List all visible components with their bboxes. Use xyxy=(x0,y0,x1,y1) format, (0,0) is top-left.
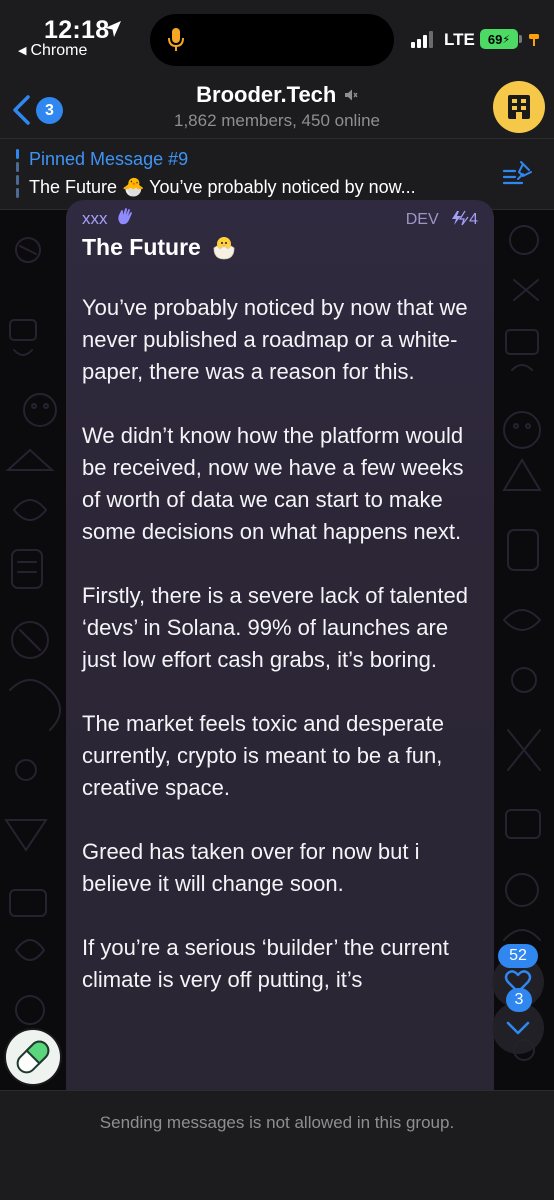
muted-speaker-icon xyxy=(344,89,358,101)
message-title-text: The Future xyxy=(82,234,201,260)
group-avatar[interactable] xyxy=(493,81,545,133)
message-paragraph: Firstly, there is a severe lack of talen… xyxy=(82,583,468,672)
chat-title-area[interactable]: Brooder.Tech 1,862 members, 450 online xyxy=(0,82,554,131)
battery-tip xyxy=(519,35,522,43)
back-app-label: Chrome xyxy=(30,42,88,59)
sender-name-row[interactable]: xxx xyxy=(82,208,135,229)
back-triangle-icon: ◀ xyxy=(18,45,27,57)
message-paragraph: The market feels toxic and desperate cur… xyxy=(82,711,444,800)
pinned-message-preview: The Future 🐣 You’ve probably noticed by … xyxy=(29,177,416,197)
member-count: 1,862 members, 450 online xyxy=(173,111,381,130)
hatching-chick-emoji-icon xyxy=(213,237,235,260)
activity-pin-icon xyxy=(529,34,539,46)
location-arrow-icon xyxy=(105,21,121,37)
input-disabled-footer: Sending messages is not allowed in this … xyxy=(0,1090,554,1200)
chevron-down-icon xyxy=(506,1021,530,1035)
charging-bolt-icon: ⚡ xyxy=(502,33,511,46)
message-bubble[interactable]: xxx DEV 4 The Future You’ve probably not… xyxy=(66,200,494,1090)
message-paragraph: If you’re a serious ‘builder’ the curren… xyxy=(82,935,449,992)
signal-strength-icon xyxy=(411,30,437,48)
message-paragraph: Greed has taken over for now but i belie… xyxy=(82,839,420,896)
pinned-index-indicator xyxy=(16,149,19,199)
building-logo-icon xyxy=(508,95,530,119)
chat-title: Brooder.Tech xyxy=(196,82,337,107)
message-paragraph: We didn’t know how the platform would be… xyxy=(82,423,464,544)
dynamic-island xyxy=(150,14,394,66)
back-to-app-link[interactable]: ◀ Chrome xyxy=(18,42,87,60)
sender-name: xxx xyxy=(82,209,108,228)
boost-indicator: 4 xyxy=(451,210,478,228)
pinned-list-icon[interactable] xyxy=(502,159,532,189)
role-label: DEV xyxy=(405,211,439,228)
battery-indicator: 69 ⚡ xyxy=(480,29,518,49)
status-bar: 12:18 ◀ Chrome LTE 69 ⚡ xyxy=(0,0,554,72)
sending-disabled-notice: Sending messages is not allowed in this … xyxy=(99,1113,455,1132)
boost-count: 4 xyxy=(469,211,478,228)
status-time: 12:18 xyxy=(44,16,110,44)
scroll-down-count-badge: 3 xyxy=(506,988,532,1012)
reactions-count-badge: 52 xyxy=(498,944,538,968)
pill-logo-icon xyxy=(6,1030,60,1084)
pinned-message-title: Pinned Message #9 xyxy=(29,149,189,169)
boost-lightning-icon xyxy=(452,210,469,226)
battery-level: 69 xyxy=(487,31,503,47)
waving-hand-icon xyxy=(118,208,133,225)
microphone-icon xyxy=(168,28,184,51)
network-type: LTE xyxy=(444,30,475,49)
message-paragraph: You’ve probably noticed by now that we n… xyxy=(82,295,468,384)
message-title: The Future xyxy=(82,234,237,261)
message-body: You’ve probably noticed by now that we n… xyxy=(82,292,482,1028)
sender-avatar[interactable] xyxy=(4,1028,62,1086)
sender-role-tag: DEV 4 xyxy=(406,210,478,229)
chat-header: 3 Brooder.Tech 1,862 members, 450 online xyxy=(0,72,554,138)
